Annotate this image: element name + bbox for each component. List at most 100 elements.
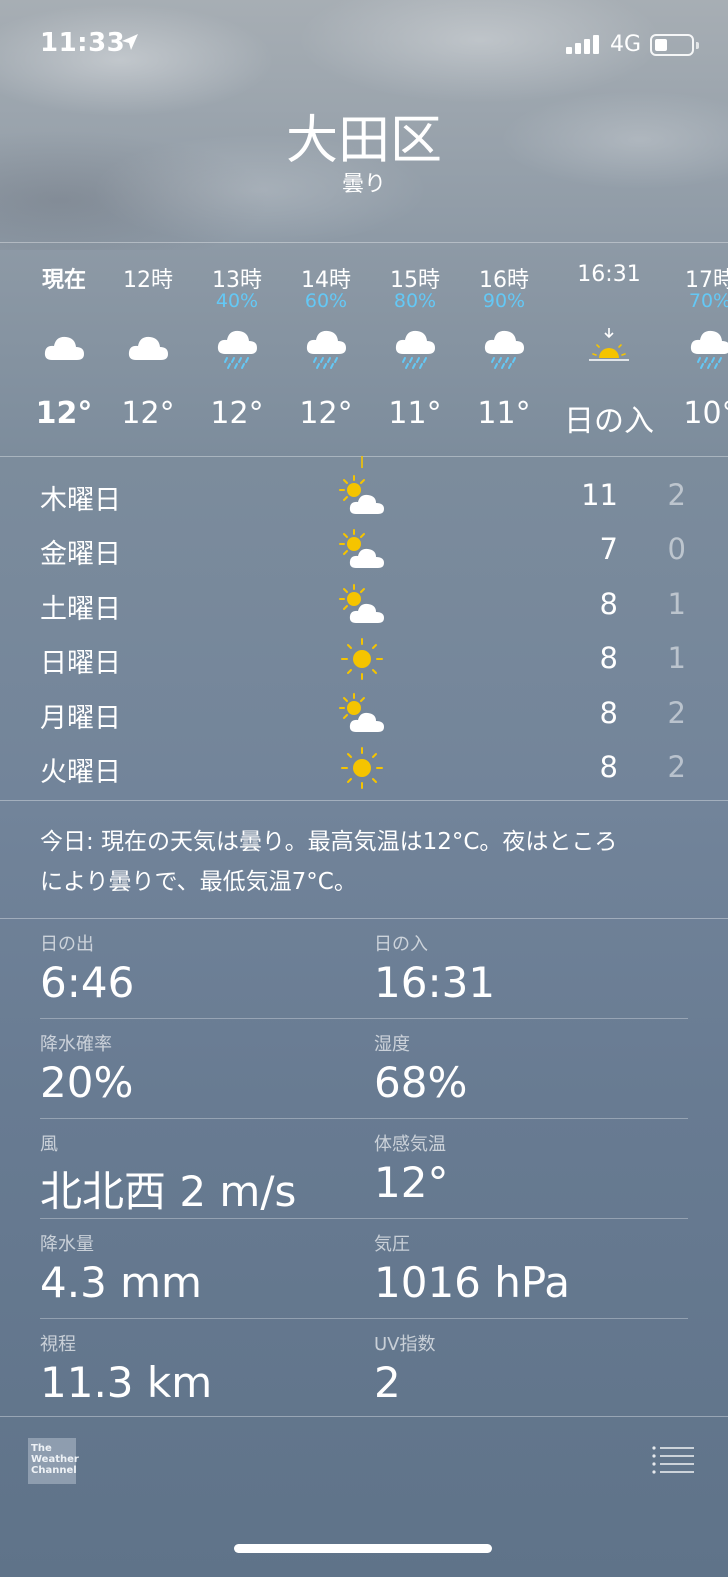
partly-cloudy-icon xyxy=(336,583,388,627)
day-name: 日曜日 xyxy=(40,648,121,680)
cloud-icon xyxy=(126,326,170,370)
high-temp: 11 xyxy=(581,478,618,512)
hourly-forecast[interactable]: 現在 12° 12時 12° 13時 40% 12° 14時 60% 12° 15時 80% 11° 16… xyxy=(0,244,728,456)
detail-label: 日の入 xyxy=(374,934,428,955)
status-bar: 11:33 4G xyxy=(0,0,728,92)
detail-value: 2 xyxy=(374,1358,401,1407)
list-icon[interactable] xyxy=(652,1446,694,1474)
logo-text: Channel xyxy=(31,1465,77,1476)
detail-value: 1016 hPa xyxy=(374,1258,571,1307)
today-summary: 今日: 現在の天気は曇り。最高気温は12°C。夜はところ により曇りで、最低気温… xyxy=(40,822,690,902)
detail-label: 気圧 xyxy=(374,1234,410,1255)
low-temp: 0 xyxy=(667,532,686,567)
detail-value: 12° xyxy=(374,1158,449,1207)
daily-row: 金曜日 7 0 xyxy=(0,524,728,578)
day-name: 木曜日 xyxy=(40,485,121,516)
summary-line: により曇りで、最低気温7°C。 xyxy=(40,869,357,895)
logo-text: Weather xyxy=(31,1454,79,1465)
sun-icon xyxy=(336,637,388,681)
detail-value: 6:46 xyxy=(40,958,135,1007)
daily-row: 日曜日 8 1 xyxy=(0,633,728,687)
detail-visibility: 視程 11.3 km xyxy=(40,1330,360,1407)
detail-label: 視程 xyxy=(40,1334,76,1355)
detail-value: 16:31 xyxy=(374,958,496,1007)
day-name: 月曜日 xyxy=(40,702,121,734)
detail-value: 北北西 2 m/s xyxy=(40,1167,297,1216)
precip-chance: 70% xyxy=(688,290,728,312)
hour-temp: 12° xyxy=(210,396,264,431)
detail-wind: 風 北北西 2 m/s xyxy=(40,1130,360,1219)
detail-label: 日の出 xyxy=(40,934,94,955)
hour-temp: 12° xyxy=(121,396,175,431)
hour-temp: 11° xyxy=(477,396,531,431)
precip-chance: 90% xyxy=(482,290,526,312)
divider xyxy=(40,1318,688,1319)
detail-value: 11.3 km xyxy=(40,1358,213,1407)
low-temp: 2 xyxy=(667,750,686,784)
sunset-icon xyxy=(587,326,631,370)
detail-sunrise: 日の出 6:46 xyxy=(40,930,360,1007)
divider xyxy=(40,1218,688,1219)
daily-row: 木曜日 11 2 xyxy=(0,470,728,524)
city-name: 大田区 xyxy=(285,111,442,171)
high-temp: 8 xyxy=(599,695,618,730)
precip-chance: 40% xyxy=(215,290,259,312)
daily-row: 火曜日 8 2 xyxy=(0,742,728,796)
detail-sunset: 日の入 16:31 xyxy=(374,930,694,1007)
divider xyxy=(0,242,728,243)
precip-chance: 80% xyxy=(393,290,437,312)
home-indicator[interactable] xyxy=(234,1544,492,1553)
hour-label: 16:31 xyxy=(577,262,641,287)
detail-label: 体感気温 xyxy=(374,1134,446,1155)
cloud-icon xyxy=(42,326,86,370)
clock: 11:33 xyxy=(40,28,126,58)
weather-channel-logo[interactable]: The Weather Channel xyxy=(28,1438,79,1484)
rain-cloud-icon xyxy=(482,326,526,370)
detail-precipitation: 降水量 4.3 mm xyxy=(40,1230,360,1307)
day-name: 火曜日 xyxy=(40,757,121,788)
partly-cloudy-icon xyxy=(336,474,388,518)
detail-pressure: 気圧 1016 hPa xyxy=(374,1230,694,1307)
logo-text: The xyxy=(31,1443,52,1454)
rain-cloud-icon xyxy=(215,326,259,370)
divider xyxy=(0,918,728,919)
day-name: 土曜日 xyxy=(40,593,121,625)
high-temp: 7 xyxy=(599,532,618,567)
detail-label: UV指数 xyxy=(374,1334,436,1355)
rain-cloud-icon xyxy=(688,326,728,370)
detail-label: 降水量 xyxy=(40,1234,94,1255)
detail-value: 4.3 mm xyxy=(40,1258,202,1307)
rain-cloud-icon xyxy=(393,326,437,370)
battery-icon xyxy=(650,34,699,56)
detail-feels-like: 体感気温 12° xyxy=(374,1130,694,1207)
high-temp: 8 xyxy=(599,586,618,621)
precip-chance: 60% xyxy=(304,290,348,312)
partly-cloudy-icon xyxy=(336,528,388,572)
location-arrow-icon xyxy=(122,34,138,50)
high-temp: 8 xyxy=(599,750,618,784)
sun-marker xyxy=(361,456,363,468)
detail-uv-index: UV指数 2 xyxy=(374,1330,694,1407)
low-temp: 1 xyxy=(667,641,686,676)
hour-temp: 12° xyxy=(299,396,353,431)
summary-line: 今日: 現在の天気は曇り。最高気温は12°C。夜はところ xyxy=(40,829,618,855)
detail-label: 風 xyxy=(40,1134,58,1155)
cellular-signal-icon xyxy=(566,34,599,54)
hour-label: 12時 xyxy=(123,268,173,293)
divider xyxy=(0,800,728,801)
detail-value: 68% xyxy=(374,1058,468,1107)
hour-temp: 11° xyxy=(388,396,442,431)
current-condition: 曇り xyxy=(341,172,386,197)
low-temp: 1 xyxy=(667,586,686,621)
hour-temp: 10° xyxy=(683,396,728,431)
high-temp: 8 xyxy=(599,641,618,676)
divider xyxy=(0,456,728,457)
low-temp: 2 xyxy=(667,478,686,512)
daily-row: 月曜日 8 2 xyxy=(0,688,728,742)
detail-humidity: 湿度 68% xyxy=(374,1030,694,1107)
detail-label: 降水確率 xyxy=(40,1034,112,1055)
partly-cloudy-icon xyxy=(336,692,388,736)
low-temp: 2 xyxy=(667,695,686,730)
divider xyxy=(40,1018,688,1019)
sun-icon xyxy=(336,746,388,790)
